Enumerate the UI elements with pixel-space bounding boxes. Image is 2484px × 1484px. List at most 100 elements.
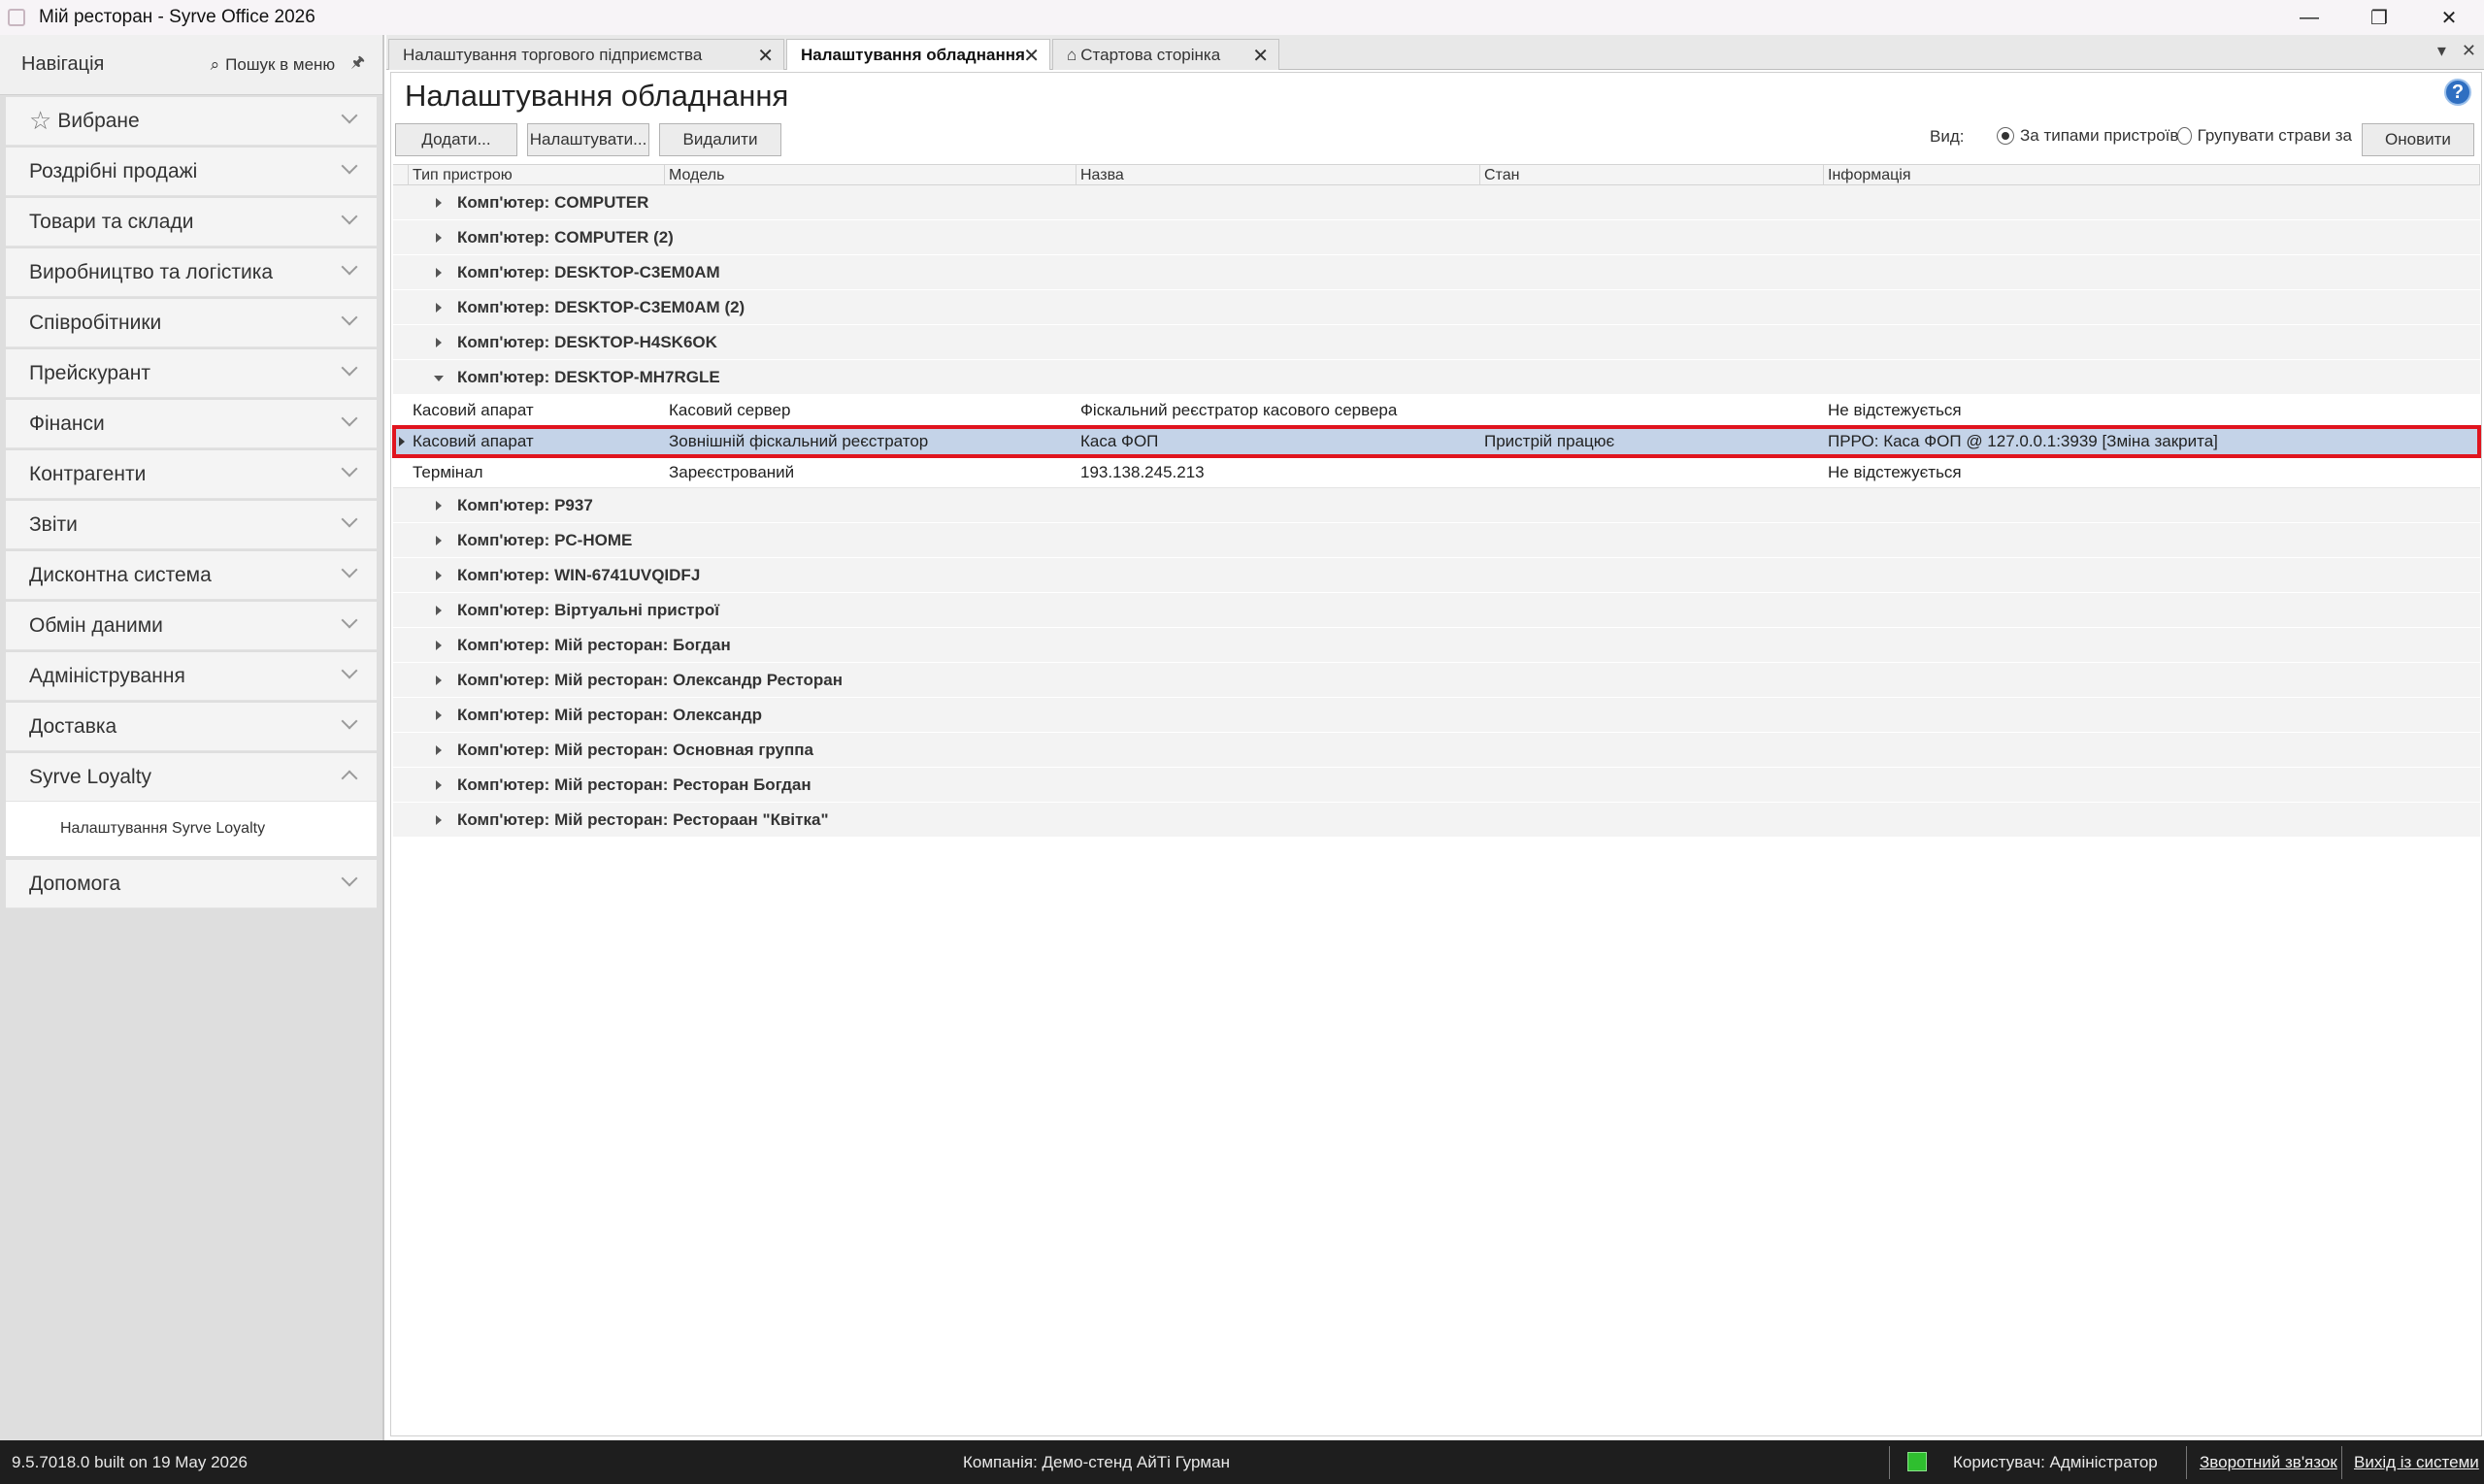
star-icon: ☆ [29,106,52,135]
column-header-device-type[interactable]: Тип пристрою [409,165,665,184]
refresh-button[interactable]: Оновити [2362,123,2474,156]
menu-search-label: Пошук в меню [225,54,336,74]
nav-subitem-syrve-loyalty-settings[interactable]: Налаштування Syrve Loyalty [6,802,377,856]
delete-button[interactable]: Видалити [659,123,781,156]
help-icon[interactable]: ? [2444,79,2471,106]
expand-icon[interactable] [436,606,442,615]
group-row-expanded[interactable]: Комп'ютер: DESKTOP-MH7RGLE [393,360,2480,395]
expand-icon[interactable] [436,815,442,825]
table-row[interactable]: Термінал Зареєстрований 193.138.245.213 … [393,457,2480,488]
menu-search-button[interactable]: ⌕ Пошук в меню [211,55,336,75]
group-label: Комп'ютер: Віртуальні пристрої [457,600,720,619]
group-row[interactable]: Комп'ютер: COMPUTER [393,185,2480,220]
nav-item-production-logistics[interactable]: Виробництво та логістика [6,248,377,297]
nav-item-counterparties[interactable]: Контрагенти [6,450,377,499]
expand-icon[interactable] [436,233,442,243]
group-row[interactable]: Комп'ютер: PC-HOME [393,523,2480,558]
nav-item-price-list[interactable]: Прейскурант [6,349,377,398]
group-row[interactable]: Комп'ютер: Мій ресторан: Рестораан "Квіт… [393,803,2480,838]
expand-icon[interactable] [436,198,442,208]
expand-icon[interactable] [436,571,442,580]
group-row[interactable]: Комп'ютер: COMPUTER (2) [393,220,2480,255]
expand-icon[interactable] [436,338,442,347]
nav-item-favorites[interactable]: ☆ Вибране [6,97,377,146]
group-row[interactable]: Комп'ютер: Мій ресторан: Олександр Ресто… [393,663,2480,698]
group-row[interactable]: Комп'ютер: P937 [393,488,2480,523]
expand-icon[interactable] [436,641,442,650]
window-title: Мій ресторан - Syrve Office 2026 [39,7,315,27]
table-row[interactable]: Касовий апарат Касовий сервер Фіскальний… [393,395,2480,426]
navigation-title: Навігація [21,53,105,75]
pin-icon[interactable]: 🖈︎ [350,51,365,78]
expand-icon[interactable] [436,745,442,755]
nav-item-discount-system[interactable]: Дисконтна система [6,551,377,600]
group-row[interactable]: Комп'ютер: Мій ресторан: Богдан [393,628,2480,663]
group-row[interactable]: Комп'ютер: Віртуальні пристрої [393,593,2480,628]
nav-item-help[interactable]: Допомога [6,860,377,908]
expand-icon[interactable] [436,303,442,313]
feedback-link[interactable]: Зворотний зв'язок [2200,1453,2337,1472]
expand-icon[interactable] [436,710,442,720]
expand-icon[interactable] [436,268,442,278]
radio-label: Групувати страви за [2197,126,2352,145]
status-separator [2186,1446,2187,1479]
cell-model: Зареєстрований [669,462,795,481]
tab-list-dropdown-icon[interactable]: ▾ [2437,41,2446,61]
nav-item-goods-warehouses[interactable]: Товари та склади [6,198,377,247]
table-row-selected[interactable]: Касовий апарат Зовнішній фіскальний реєс… [392,425,2481,458]
close-icon[interactable]: ✕ [1252,44,1269,68]
chevron-down-icon [341,662,358,679]
group-row[interactable]: Комп'ютер: Мій ресторан: Олександр [393,698,2480,733]
group-row[interactable]: Комп'ютер: DESKTOP-C3EM0AM (2) [393,290,2480,325]
column-header-model[interactable]: Модель [665,165,1076,184]
tab-start-page[interactable]: ⌂ Стартова сторінка ✕ [1052,39,1279,70]
group-row[interactable]: Комп'ютер: Мій ресторан: Основная группа [393,733,2480,768]
nav-item-data-exchange[interactable]: Обмін даними [6,602,377,650]
search-icon: ⌕ [210,54,220,74]
status-separator [1889,1446,1890,1479]
close-all-tabs-icon[interactable]: ✕ [2462,41,2476,61]
add-button[interactable]: Додати... [395,123,517,156]
close-window-button[interactable]: ✕ [2414,0,2484,35]
minimize-button[interactable]: — [2274,0,2344,35]
nav-item-delivery[interactable]: Доставка [6,703,377,751]
column-header-info[interactable]: Інформація [1824,165,2480,184]
expand-icon[interactable] [436,536,442,545]
group-row[interactable]: Комп'ютер: DESKTOP-C3EM0AM [393,255,2480,290]
group-row[interactable]: Комп'ютер: DESKTOP-H4SK6OK [393,325,2480,360]
tab-trade-enterprise-settings[interactable]: Налаштування торгового підприємства ✕ [388,39,784,70]
nav-item-reports[interactable]: Звіти [6,501,377,549]
column-header-state[interactable]: Стан [1480,165,1824,184]
cell-model: Зовнішній фіскальний реєстратор [669,431,929,450]
configure-button[interactable]: Налаштувати... [527,123,649,156]
tab-equipment-settings[interactable]: Налаштування обладнання ✕ [786,39,1050,70]
group-label: Комп'ютер: Мій ресторан: Ресторан Богдан [457,775,811,794]
view-by-device-type-radio[interactable]: За типами пристроїв [1997,126,2178,146]
nav-item-retail[interactable]: Роздрібні продажі [6,148,377,196]
connection-status-icon [1907,1452,1927,1471]
nav-item-administration[interactable]: Адміністрування [6,652,377,701]
navigation-header: Навігація ⌕ Пошук в меню 🖈︎ [0,35,382,95]
app-icon [8,9,25,26]
chevron-down-icon [341,460,358,478]
chevron-down-icon [341,208,358,225]
close-icon[interactable]: ✕ [757,44,774,68]
group-row[interactable]: Комп'ютер: Мій ресторан: Ресторан Богдан [393,768,2480,803]
expand-icon[interactable] [436,501,442,511]
collapse-icon[interactable] [434,376,444,381]
nav-item-finance[interactable]: Фінанси [6,400,377,448]
expand-icon[interactable] [436,676,442,685]
nav-item-label: Адміністрування [29,664,185,687]
nav-item-employees[interactable]: Співробітники [6,299,377,347]
close-icon[interactable]: ✕ [1023,44,1040,68]
column-header-name[interactable]: Назва [1076,165,1480,184]
view-group-dishes-radio[interactable]: Групувати страви за [2177,126,2352,146]
nav-item-syrve-loyalty[interactable]: Syrve Loyalty [6,753,377,802]
group-row[interactable]: Комп'ютер: WIN-6741UVQIDFJ [393,558,2480,593]
expand-icon[interactable] [436,780,442,790]
cell-device-type: Касовий апарат [413,431,534,450]
group-label: Комп'ютер: DESKTOP-C3EM0AM (2) [457,297,745,316]
nav-item-label: Вибране [57,109,140,132]
restore-button[interactable]: ❐ [2344,0,2414,35]
logout-link[interactable]: Вихід із системи [2354,1453,2479,1472]
